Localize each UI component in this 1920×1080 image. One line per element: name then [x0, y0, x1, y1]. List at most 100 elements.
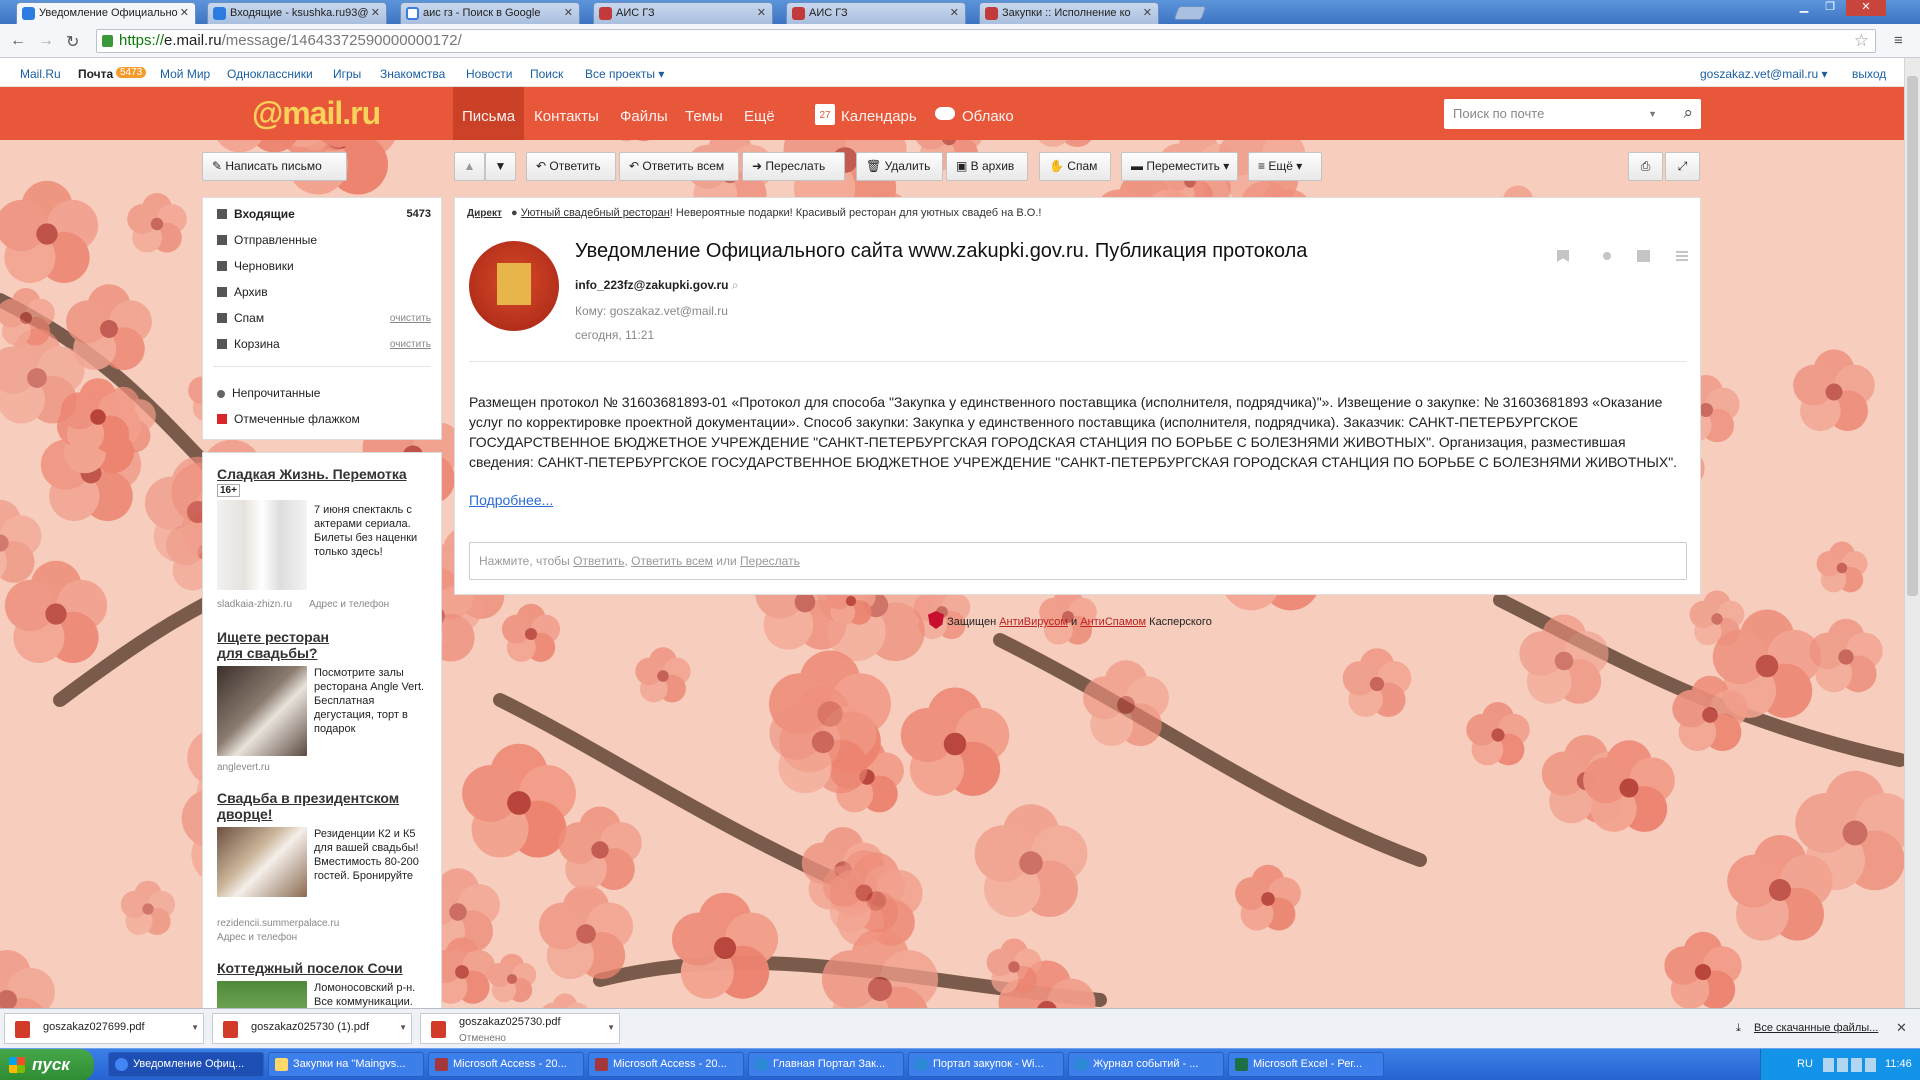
next-message-button[interactable]: ▼ [485, 152, 516, 181]
calendar-icon[interactable] [1637, 250, 1650, 262]
reload-icon[interactable]: ↻ [66, 32, 79, 52]
portal-link-dating[interactable]: Знакомства [380, 67, 445, 81]
all-downloads-link[interactable]: Все скачанные файлы... [1754, 1022, 1878, 1034]
dropdown-arrow-icon[interactable]: ▼ [191, 1023, 199, 1032]
direct-label[interactable]: Директ [467, 208, 502, 219]
url-input[interactable]: https://e.mail.ru/message/14643372590000… [96, 29, 1876, 53]
filter-flagged[interactable]: Отмеченные флажком [217, 412, 360, 426]
quick-reply-box[interactable]: Нажмите, чтобы Ответить, Ответить всем и… [469, 542, 1687, 580]
search-dropdown-icon[interactable]: ▼ [1648, 99, 1657, 129]
nav-themes[interactable]: Темы [685, 108, 723, 125]
ad-title[interactable]: Ищете ресторан для свадьбы? [217, 629, 337, 661]
tab-google-search[interactable]: аис гз - Поиск в Google ✕ [400, 2, 580, 24]
unread-dot-icon[interactable] [1603, 252, 1611, 260]
bookmark-star-icon[interactable]: ☆ [1854, 30, 1869, 52]
clock[interactable]: 11:46 [1885, 1049, 1912, 1080]
tray-icons[interactable] [1823, 1058, 1877, 1072]
chrome-menu-icon[interactable]: ≡ [1894, 32, 1903, 49]
move-button[interactable]: ▬ Переместить ▾ [1121, 152, 1238, 181]
clear-spam-link[interactable]: очистить [390, 313, 431, 324]
quick-reply-link[interactable]: Ответить [573, 554, 624, 568]
download-item[interactable]: goszakaz027699.pdf ▼ [4, 1013, 204, 1044]
portal-link-mailru[interactable]: Mail.Ru [20, 67, 61, 81]
folder-archive[interactable]: Архив [217, 285, 268, 299]
delete-button[interactable]: 🗑 Удалить [856, 152, 943, 181]
new-tab-button[interactable] [1173, 6, 1207, 20]
close-icon[interactable]: ✕ [180, 6, 189, 19]
taskbar-item[interactable]: Журнал событий - ... [1068, 1052, 1224, 1077]
close-icon[interactable]: ✕ [564, 6, 573, 19]
nav-calendar[interactable]: Календарь [841, 108, 917, 125]
clear-trash-link[interactable]: очистить [390, 339, 431, 350]
quick-reply-all-link[interactable]: Ответить всем [631, 554, 713, 568]
more-actions-button[interactable]: ≡ Ещё ▾ [1248, 152, 1322, 181]
dropdown-arrow-icon[interactable]: ▼ [607, 1023, 615, 1032]
portal-link-myworld[interactable]: Мой Мир [160, 67, 210, 81]
folder-spam[interactable]: Спам [217, 311, 264, 325]
window-close-icon[interactable]: ✕ [1846, 0, 1886, 16]
folder-trash[interactable]: Корзина [217, 337, 280, 351]
page-scrollbar[interactable] [1904, 58, 1920, 1008]
folder-sent[interactable]: Отправленные [217, 233, 317, 247]
back-icon[interactable]: ← [10, 32, 26, 50]
ad-address-link[interactable]: Адрес и телефон [217, 932, 297, 943]
ad-image[interactable] [217, 666, 307, 756]
tab-zakupki[interactable]: Закупки :: Исполнение ко ✕ [979, 2, 1159, 24]
scrollbar-thumb[interactable] [1907, 76, 1918, 596]
taskbar-item[interactable]: Microsoft Access - 20... [428, 1052, 584, 1077]
portal-link-news[interactable]: Новости [466, 67, 512, 81]
close-icon[interactable]: ✕ [371, 6, 380, 19]
forward-icon[interactable]: → [38, 32, 54, 50]
start-button[interactable]: пуск [0, 1049, 94, 1080]
dropdown-arrow-icon[interactable]: ▼ [399, 1023, 407, 1032]
restore-icon[interactable]: ❐ [1818, 0, 1842, 16]
more-details-link[interactable]: Подробнее... [469, 492, 553, 508]
ad-domain[interactable]: sladkaia-zhizn.ru [217, 599, 292, 610]
portal-link-search[interactable]: Поиск [530, 67, 563, 81]
ad-text[interactable]: 7 июня спектакль с актерами сериала. Бил… [314, 503, 434, 559]
logout-link[interactable]: выход [1852, 67, 1886, 81]
ad-domain[interactable]: rezidencii.summerpalace.ru [217, 918, 339, 929]
compose-button[interactable]: ✎ Написать письмо [202, 152, 347, 181]
portal-link-mail[interactable]: Почта [78, 67, 113, 81]
close-icon[interactable]: ✕ [757, 6, 766, 19]
search-icon[interactable]: ⌕ [1683, 98, 1693, 128]
language-indicator[interactable]: RU [1797, 1049, 1813, 1080]
ad-title[interactable]: Сладкая Жизнь. Перемотка [217, 466, 432, 482]
close-icon[interactable]: ✕ [950, 6, 959, 19]
tab-mail-inbox[interactable]: Входящие - ksushka.ru93@ ✕ [207, 2, 387, 24]
mailru-logo[interactable]: @mail.ru [252, 95, 381, 132]
bookmark-icon[interactable] [1557, 250, 1569, 262]
ad-address-link[interactable]: Адрес и телефон [309, 599, 389, 610]
taskbar-item[interactable]: Microsoft Excel - Рег... [1228, 1052, 1384, 1077]
direct-ad-link[interactable]: Уютный свадебный ресторан [521, 207, 670, 219]
nav-files[interactable]: Файлы [620, 108, 668, 125]
nav-cloud[interactable]: Облако [962, 108, 1014, 125]
portal-link-all-projects[interactable]: Все проекты ▾ [585, 67, 664, 81]
ad-text[interactable]: Ломоносовский р-н. Все коммуникации. [314, 981, 434, 1009]
ad-domain[interactable]: anglevert.ru [217, 762, 270, 773]
nav-contacts[interactable]: Контакты [534, 108, 599, 125]
nav-letters[interactable]: Письма [453, 87, 525, 140]
filter-unread[interactable]: Непрочитанные [217, 386, 320, 400]
quick-forward-link[interactable]: Переслать [740, 554, 800, 568]
close-icon[interactable]: ✕ [1143, 6, 1152, 19]
folder-drafts[interactable]: Черновики [217, 259, 294, 273]
ad-text[interactable]: Посмотрите залы ресторана Angle Vert. Бе… [314, 666, 434, 736]
taskbar-item[interactable]: Портал закупок - Wi... [908, 1052, 1064, 1077]
sender-email[interactable]: info_223fz@zakupki.gov.ru [575, 278, 729, 292]
taskbar-item[interactable]: Microsoft Access - 20... [588, 1052, 744, 1077]
mail-search-input[interactable]: Поиск по почте ▼ ⌕ [1444, 99, 1701, 129]
taskbar-item[interactable]: Закупки на "Maingvs... [268, 1052, 424, 1077]
user-account-menu[interactable]: goszakaz.vet@mail.ru ▾ [1700, 67, 1828, 81]
ad-title[interactable]: Свадьба в президентском дворце! [217, 790, 432, 822]
forward-button[interactable]: ➜ Переслать [742, 152, 845, 181]
tab-mail-message[interactable]: Уведомление Официально ✕ [16, 2, 196, 24]
spam-button[interactable]: ✋ Спам [1039, 152, 1111, 181]
print-button[interactable]: ⎙ [1628, 152, 1663, 181]
message-from[interactable]: info_223fz@zakupki.gov.ru ⌕ [575, 278, 739, 293]
ad-image[interactable] [217, 827, 307, 897]
ad-text[interactable]: Резиденции К2 и К5 для вашей свадьбы! Вм… [314, 827, 434, 883]
portal-link-games[interactable]: Игры [333, 67, 361, 81]
reply-all-button[interactable]: ↶ Ответить всем [619, 152, 739, 181]
